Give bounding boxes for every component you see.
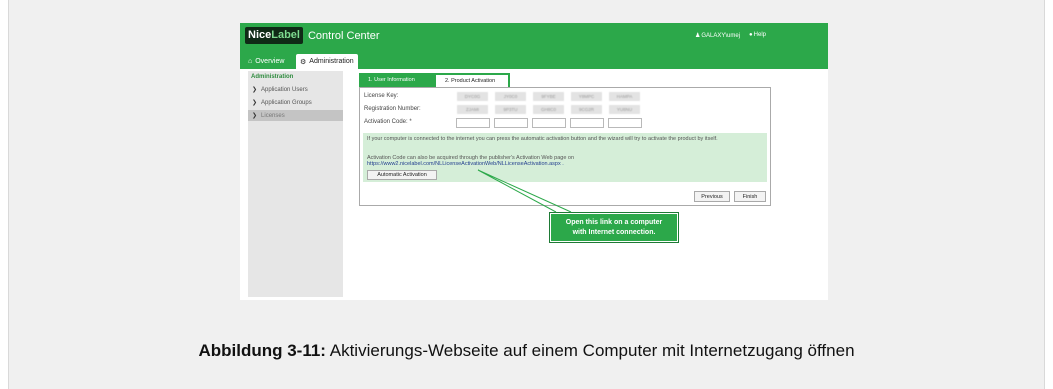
license-key-part: HAMPA [609, 92, 640, 101]
tab-user-information[interactable]: 1. User Information [359, 73, 434, 87]
tab-administration[interactable]: ⚙ Administration [296, 54, 358, 69]
finish-button[interactable]: Finish [734, 191, 766, 202]
activation-web-link[interactable]: https://www2.nicelabel.com/NLLicenseActi… [367, 161, 564, 167]
screenshot: NiceLabel Control Center ♟GALAXY\umej ●H… [240, 23, 828, 300]
logo-nice-text: Nice [248, 29, 272, 41]
help-label: Help [753, 32, 766, 38]
sidebar-item-label: Licenses [261, 112, 285, 119]
chevron-right-icon: ❯ [252, 87, 258, 93]
tab-overview[interactable]: ⌂ Overview [244, 54, 288, 69]
license-key-cells: DYC0G JY0C0 9FYBE Y8MPC HAMPA [457, 92, 640, 101]
wizard-tabs: 1. User Information 2. Product Activatio… [359, 73, 510, 87]
license-key-part: JY0C0 [495, 92, 526, 101]
tab-administration-label: Administration [309, 58, 354, 65]
sidebar-item-application-groups[interactable]: ❯ Application Groups [248, 97, 343, 108]
sidebar-item-label: Application Users [261, 86, 308, 93]
registration-number-label: Registration Number: [364, 106, 421, 112]
registration-part: ZJAMI [457, 105, 488, 114]
chevron-right-icon: ❯ [252, 100, 258, 106]
automatic-activation-button[interactable]: Automatic Activation [367, 170, 437, 180]
app-title: Control Center [307, 29, 380, 42]
license-key-part: Y8MPC [571, 92, 602, 101]
figure-frame: NiceLabel Control Center ♟GALAXY\umej ●H… [8, 0, 1045, 389]
registration-part: 9CG2R [571, 105, 602, 114]
gears-icon: ⚙ [300, 58, 307, 66]
user-link[interactable]: ♟GALAXY\umej [695, 32, 740, 39]
activation-code-input-1[interactable] [456, 118, 490, 128]
activation-info-text: If your computer is connected to the int… [367, 136, 718, 142]
logo-label-text: Label [271, 29, 300, 41]
sidebar: Administration ❯ Application Users ❯ App… [248, 71, 343, 297]
license-key-part: 9FYBE [533, 92, 564, 101]
activation-code-input-4[interactable] [570, 118, 604, 128]
previous-button[interactable]: Previous [694, 191, 730, 202]
main-tabs: ⌂ Overview ⚙ Administration [240, 51, 828, 69]
activation-info-box: If your computer is connected to the int… [363, 133, 767, 182]
registration-number-cells: ZJAMI 9P3TU GH8C0 9CG2R YU8NU [457, 105, 640, 114]
registration-part: GH8C0 [533, 105, 564, 114]
activation-code-input-2[interactable] [494, 118, 528, 128]
sidebar-item-label: Application Groups [261, 99, 312, 106]
user-name: GALAXY\umej [701, 33, 741, 39]
license-key-part: DYC0G [457, 92, 488, 101]
caption-label: Abbildung 3-11: [198, 341, 326, 360]
tab-overview-label: Overview [255, 58, 285, 65]
caption-text: Aktivierungs-Webseite auf einem Computer… [329, 341, 855, 360]
registration-part: YU8NU [609, 105, 640, 114]
activation-code-label: Activation Code: * [364, 119, 412, 125]
callout-line-2: with Internet connection. [572, 229, 656, 236]
top-right-links: ♟GALAXY\umej ●Help [695, 32, 766, 39]
activation-code-inputs [456, 118, 642, 128]
user-icon: ♟ [694, 33, 701, 39]
license-key-label: License Key: [364, 93, 399, 99]
activation-code-input-3[interactable] [532, 118, 566, 128]
callout-note: Open this link on a computer with Intern… [549, 212, 679, 243]
sidebar-item-application-users[interactable]: ❯ Application Users [248, 84, 343, 95]
help-icon: ● [749, 32, 753, 38]
figure-caption: Abbildung 3-11: Aktivierungs-Webseite au… [0, 341, 1053, 361]
callout-line-1: Open this link on a computer [565, 219, 663, 226]
nicelabel-logo[interactable]: NiceLabel Control Center [245, 27, 380, 44]
activation-panel: License Key: DYC0G JY0C0 9FYBE Y8MPC HAM… [359, 87, 771, 206]
registration-part: 9P3TU [495, 105, 526, 114]
top-bar: NiceLabel Control Center ♟GALAXY\umej ●H… [240, 23, 828, 51]
sidebar-item-licenses[interactable]: ❯ Licenses [248, 110, 343, 121]
help-link[interactable]: ●Help [749, 32, 766, 39]
tab-product-activation[interactable]: 2. Product Activation [434, 73, 510, 87]
activation-code-input-5[interactable] [608, 118, 642, 128]
home-icon: ⌂ [248, 58, 253, 65]
logo-badge: NiceLabel [245, 27, 303, 44]
sidebar-title: Administration [251, 74, 294, 80]
chevron-right-icon: ❯ [252, 113, 258, 119]
